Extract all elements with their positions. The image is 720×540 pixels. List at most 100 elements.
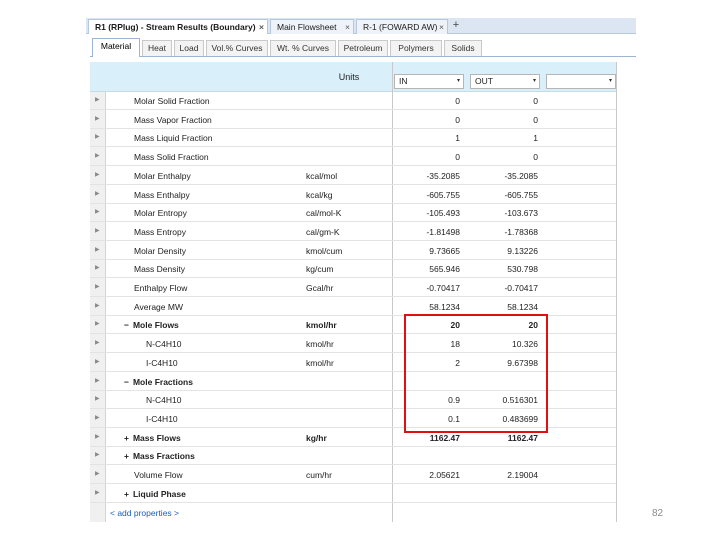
table-row[interactable]: ▶ Mass Entropy cal/gm-K -1.81498 -1.78368	[90, 223, 616, 241]
slide-page-number: 82	[652, 508, 664, 519]
row-selector-icon[interactable]: ▶	[95, 96, 100, 103]
row-selector-icon[interactable]: ▶	[95, 190, 100, 197]
row-selector-icon[interactable]: ▶	[95, 133, 100, 140]
table-row[interactable]: ▶ Mass Density kg/cum 565.946 530.798	[90, 260, 616, 279]
tab-heat[interactable]: Heat	[142, 40, 172, 56]
property-name: Mass Entropy	[134, 226, 186, 237]
unit-cell[interactable]: kcal/kg	[306, 190, 332, 200]
tab-load[interactable]: Load	[174, 40, 204, 56]
unit-cell[interactable]: cal/mol-K	[306, 208, 341, 218]
property-name: Enthalpy Flow	[134, 283, 188, 293]
tab-label: R1 (RPlug) - Stream Results (Boundary)	[95, 22, 256, 32]
unit-cell[interactable]: kmol/cum	[306, 246, 342, 256]
unit-cell[interactable]: Gcal/hr	[306, 283, 333, 293]
property-name: Volume Flow	[134, 470, 183, 480]
property-name: Mass Density	[134, 264, 186, 275]
tab-solids[interactable]: Solids	[444, 40, 482, 56]
row-selector-icon[interactable]: ▶	[95, 395, 100, 402]
row-selector-icon[interactable]: ▶	[95, 470, 100, 477]
tab-polymers[interactable]: Polymers	[390, 40, 442, 56]
row-selector-icon[interactable]: ▶	[95, 433, 100, 440]
property-name: I-C4H10	[146, 357, 178, 368]
in-value-cell: 0	[455, 152, 460, 163]
stream-select-out[interactable]: OUT ▾	[470, 74, 540, 89]
expand-icon[interactable]: +	[124, 451, 129, 461]
group-row[interactable]: ▶ + Liquid Phase	[90, 485, 616, 503]
table-row[interactable]: ▶ Volume Flow cum/hr 2.05621 2.19004	[90, 466, 616, 484]
collapse-icon[interactable]: −	[124, 320, 129, 330]
row-selector-icon[interactable]: ▶	[95, 264, 100, 271]
row-selector-icon[interactable]: ▶	[95, 283, 100, 290]
row-selector-icon[interactable]: ▶	[95, 358, 100, 365]
unit-cell[interactable]: kmol/hr	[306, 358, 334, 368]
out-value-cell: 0	[533, 114, 538, 125]
property-label: + Mass Fractions	[124, 451, 195, 461]
tab-wt-curves[interactable]: Wt. % Curves	[270, 40, 336, 56]
property-name: Molar Entropy	[134, 208, 187, 219]
table-row[interactable]: ▶ Molar Density kmol/cum 9.73665 9.13226	[90, 242, 616, 260]
row-selector-icon[interactable]: ▶	[95, 302, 100, 309]
close-icon[interactable]: ×	[439, 20, 444, 34]
row-selector-icon[interactable]: ▶	[95, 377, 100, 384]
tab-stream-results[interactable]: R1 (RPlug) - Stream Results (Boundary) ×	[88, 19, 268, 34]
table-row[interactable]: ▶ Molar Solid Fraction 0 0	[90, 92, 616, 110]
row-selector-icon[interactable]: ▶	[95, 152, 100, 159]
row-selector-icon[interactable]: ▶	[95, 339, 100, 346]
in-value-cell: 2.05621	[429, 470, 460, 480]
row-selector-icon[interactable]: ▶	[95, 115, 100, 122]
property-label: + Mass Flows	[124, 433, 181, 443]
property-name: Mole Fractions	[132, 376, 193, 387]
tab-vol-curves[interactable]: Vol.% Curves	[206, 40, 268, 56]
row-selector-icon[interactable]: ▶	[95, 320, 100, 327]
dropdown-arrow-icon: ▾	[532, 78, 536, 84]
grid-header: Units IN ▾ OUT ▾ ▾	[90, 62, 616, 92]
table-row[interactable]: ▶ Molar Entropy cal/mol-K -105.493 -103.673	[90, 204, 616, 223]
row-selector-icon[interactable]: ▶	[95, 171, 100, 178]
collapse-icon[interactable]: −	[124, 377, 129, 387]
unit-cell[interactable]: kmol/hr	[306, 320, 337, 330]
table-row[interactable]: ▶ Mass Solid Fraction 0 0	[90, 148, 616, 167]
in-value-cell: 0	[455, 96, 460, 106]
unit-cell[interactable]: kg/cum	[306, 264, 333, 274]
unit-cell[interactable]: cal/gm-K	[306, 227, 340, 237]
stream-select-extra[interactable]: ▾	[546, 74, 616, 89]
stream-select-in[interactable]: IN ▾	[394, 74, 464, 89]
tab-petroleum[interactable]: Petroleum	[338, 40, 388, 56]
out-value-cell: -103.673	[504, 208, 538, 219]
in-value-cell: 0	[455, 114, 460, 125]
row-selector-icon[interactable]: ▶	[95, 227, 100, 234]
group-row[interactable]: ▶ + Mass Fractions	[90, 447, 616, 466]
close-icon[interactable]: ×	[259, 20, 264, 34]
property-label: N-C4H10	[146, 395, 181, 405]
units-column-header: Units	[338, 72, 360, 82]
row-selector-icon[interactable]: ▶	[95, 451, 100, 458]
unit-cell[interactable]: kmol/hr	[306, 339, 334, 349]
table-row[interactable]: ▶ Mass Liquid Fraction 1 1	[90, 129, 616, 148]
row-selector-icon[interactable]: ▶	[95, 414, 100, 421]
close-icon[interactable]: ×	[345, 20, 350, 34]
table-row[interactable]: ▶ Mass Enthalpy kcal/kg -605.755 -605.755	[90, 186, 616, 204]
table-row[interactable]: ▶ Average MW 58.1234 58.1234	[90, 298, 616, 316]
in-value-cell: 565.946	[429, 264, 460, 275]
tab-main-flowsheet[interactable]: Main Flowsheet ×	[270, 19, 354, 34]
add-properties-link[interactable]: < add properties >	[110, 508, 179, 518]
table-row[interactable]: ▶ Mass Vapor Fraction 0 0	[90, 111, 616, 129]
property-name: N-C4H10	[146, 395, 182, 406]
row-selector-icon[interactable]: ▶	[95, 246, 100, 253]
row-selector-icon[interactable]: ▶	[95, 208, 100, 215]
table-row[interactable]: ▶ Enthalpy Flow Gcal/hr -0.70417 -0.70417	[90, 279, 616, 297]
property-label: I-C4H10	[146, 414, 178, 424]
row-selector-icon[interactable]: ▶	[95, 489, 100, 496]
tab-material[interactable]: Material	[92, 38, 140, 57]
unit-cell[interactable]: kcal/mol	[306, 171, 337, 181]
expand-icon[interactable]: +	[124, 489, 129, 499]
out-value-cell: -35.2085	[504, 170, 538, 181]
property-name: I-C4H10	[146, 413, 178, 424]
tab-r1-reactor[interactable]: R-1 (FOWARD AW) ×	[356, 19, 448, 34]
out-value-cell: 2.19004	[507, 470, 538, 480]
new-tab-icon[interactable]: +	[450, 19, 462, 33]
table-row[interactable]: ▶ Molar Enthalpy kcal/mol -35.2085 -35.2085	[90, 167, 616, 185]
expand-icon[interactable]: +	[124, 433, 129, 443]
unit-cell[interactable]: kg/hr	[306, 433, 327, 443]
unit-cell[interactable]: cum/hr	[306, 470, 332, 480]
